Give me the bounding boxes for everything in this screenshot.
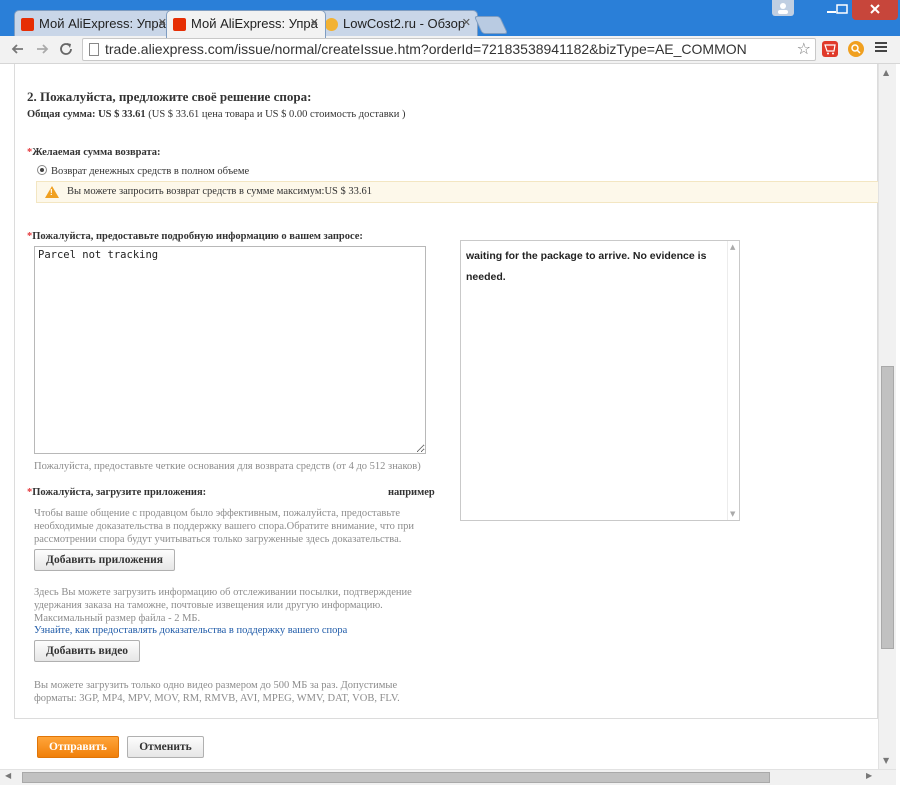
section-title: 2. Пожалуйста, предложите своё решение с… — [27, 89, 312, 104]
refund-amount-label: *Желаемая сумма возврата: — [27, 147, 161, 158]
scroll-down-arrow-icon[interactable]: ▼ — [730, 510, 735, 518]
refund-warning-text: Вы можете запросить возврат средств в су… — [67, 186, 373, 197]
tab-lowcost[interactable]: LowCost2.ru - Обзор ✕ — [318, 10, 478, 37]
tab-aliexpress-1[interactable]: Мой AliExpress: Упра ✕ — [14, 10, 174, 37]
page-viewport: 2. Пожалуйста, предложите своё решение с… — [0, 64, 878, 769]
example-scrollbar[interactable]: ▲ ▼ — [727, 241, 739, 520]
details-hint: Пожалуйста, предоставьте четкие основани… — [34, 461, 421, 472]
refund-option-label: Возврат денежных средств в полном объеме — [51, 166, 250, 177]
url-text: trade.aliexpress.com/issue/normal/create… — [105, 41, 747, 57]
details-label: *Пожалуйста, предоставьте подробную инфо… — [27, 231, 363, 242]
aliexpress-favicon-icon — [21, 18, 34, 31]
refund-full-option[interactable]: Возврат денежных средств в полном объеме — [37, 165, 249, 177]
tab-label: Мой AliExpress: Упра — [39, 16, 166, 31]
forward-arrow-icon[interactable] — [32, 39, 52, 59]
bookmark-star-icon[interactable]: ☆ — [797, 39, 811, 58]
scroll-down-arrow-icon[interactable]: ▼ — [883, 756, 889, 765]
menu-icon[interactable] — [874, 39, 888, 59]
total-label: Общая сумма: — [27, 109, 96, 120]
total-amount-line: Общая сумма: US $ 33.61 (US $ 33.61 цена… — [27, 109, 406, 120]
new-tab-button[interactable] — [473, 16, 509, 34]
aliexpress-cart-icon[interactable] — [822, 41, 838, 57]
horizontal-scroll-thumb[interactable] — [22, 772, 770, 783]
vertical-scrollbar[interactable]: ▲ ▼ — [878, 64, 896, 769]
reload-icon[interactable] — [56, 39, 76, 59]
evidence-help-link[interactable]: Узнайте, как предоставлять доказательств… — [34, 625, 347, 636]
vertical-scroll-thumb[interactable] — [881, 366, 894, 649]
scroll-up-arrow-icon[interactable]: ▲ — [730, 243, 735, 251]
search-extension-icon[interactable] — [848, 41, 864, 57]
horizontal-scrollbar[interactable]: ◀ ▶ — [0, 769, 896, 785]
attachments-hint: Чтобы ваше общение с продавцом было эффе… — [34, 508, 414, 545]
window-close-icon[interactable] — [852, 0, 898, 20]
warning-icon — [45, 186, 59, 198]
lowcost-favicon-icon — [325, 18, 338, 31]
video-hint: Вы можете загрузить только одно видео ра… — [34, 680, 400, 704]
tab-aliexpress-2[interactable]: Мой AliExpress: Упра ✕ — [166, 10, 326, 38]
total-detail: (US $ 33.61 цена товара и US $ 0.00 стои… — [148, 109, 406, 120]
total-value: US $ 33.61 — [98, 109, 146, 120]
tab-label: Мой AliExpress: Упра — [191, 16, 318, 31]
tab-close-icon[interactable]: ✕ — [310, 16, 319, 29]
tab-close-icon[interactable]: ✕ — [462, 16, 471, 29]
cancel-button[interactable]: Отменить — [127, 736, 204, 758]
scroll-left-arrow-icon[interactable]: ◀ — [5, 771, 11, 780]
add-video-button[interactable]: Добавить видео — [34, 640, 140, 662]
refund-warning: Вы можете запросить возврат средств в су… — [36, 181, 878, 203]
page-icon — [89, 43, 99, 56]
example-text: waiting for the package to arrive. No ev… — [466, 250, 707, 283]
tab-label: LowCost2.ru - Обзор — [343, 16, 466, 31]
submit-button[interactable]: Отправить — [37, 736, 119, 758]
address-bar[interactable]: trade.aliexpress.com/issue/normal/create… — [82, 38, 816, 61]
scroll-right-arrow-icon[interactable]: ▶ — [866, 771, 872, 780]
browser-tab-strip: Мой AliExpress: Упра ✕ Мой AliExpress: У… — [0, 0, 900, 38]
scroll-up-arrow-icon[interactable]: ▲ — [883, 68, 889, 77]
add-attachment-button[interactable]: Добавить приложения — [34, 549, 175, 571]
upload-hint: Здесь Вы можете загрузить информацию об … — [34, 587, 412, 624]
example-label: например — [388, 487, 435, 498]
user-profile-icon[interactable] — [772, 0, 794, 16]
back-arrow-icon[interactable] — [8, 39, 28, 59]
attachments-label: *Пожалуйста, загрузите приложения: — [27, 487, 207, 498]
browser-toolbar: trade.aliexpress.com/issue/normal/create… — [0, 36, 900, 64]
aliexpress-favicon-icon — [173, 18, 186, 31]
details-textarea[interactable]: Parcel not tracking — [34, 246, 426, 454]
example-box: waiting for the package to arrive. No ev… — [460, 240, 740, 521]
refund-full-radio[interactable] — [37, 165, 47, 175]
